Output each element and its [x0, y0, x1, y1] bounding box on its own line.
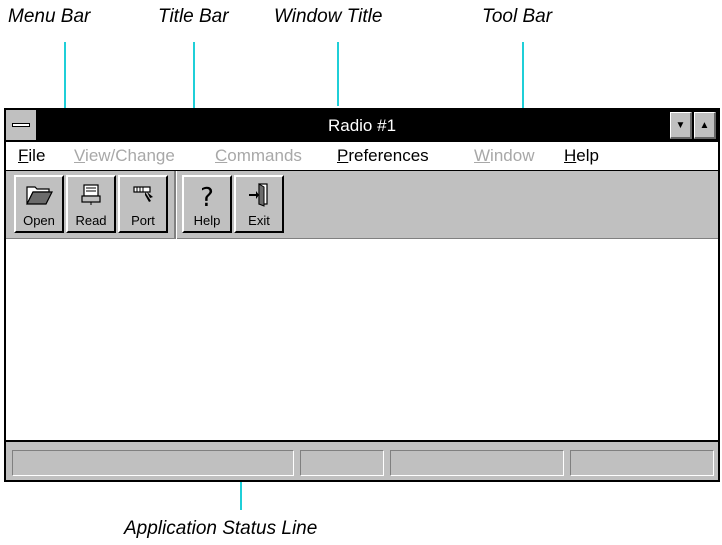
title-bar[interactable]: Radio #1 ▼ ▲	[6, 110, 718, 142]
callout-menu-bar: Menu Bar	[8, 6, 91, 27]
menu-preferences[interactable]: Preferences	[337, 146, 429, 166]
maximize-button[interactable]: ▲	[694, 112, 716, 139]
status-panel-2	[300, 450, 384, 476]
exit-label: Exit	[248, 213, 270, 228]
open-label: Open	[23, 213, 55, 228]
maximize-icon: ▲	[699, 119, 710, 131]
menu-window[interactable]: Window	[474, 146, 534, 166]
read-button[interactable]: Read	[66, 175, 116, 233]
port-label: Port	[131, 213, 155, 228]
status-panel-1	[12, 450, 294, 476]
minimize-icon: ▼	[675, 119, 686, 131]
folder-open-icon	[16, 181, 62, 209]
callout-tool-bar: Tool Bar	[482, 6, 553, 27]
port-connector-icon	[120, 181, 166, 209]
callout-title-bar: Title Bar	[158, 6, 229, 27]
menu-help[interactable]: Help	[564, 146, 599, 166]
exit-door-icon	[236, 181, 282, 209]
callout-status-line: Application Status Line	[124, 518, 318, 539]
status-bar	[6, 440, 718, 480]
client-area[interactable]	[6, 239, 718, 440]
open-button[interactable]: Open	[14, 175, 64, 233]
callout-window-title: Window Title	[274, 6, 383, 27]
menu-file[interactable]: File	[18, 146, 45, 166]
toolbar-separator	[174, 171, 177, 239]
tool-bar: Open Read Port ? Help Exit	[6, 171, 718, 239]
question-mark-icon: ?	[184, 181, 230, 209]
status-panel-4	[570, 450, 714, 476]
status-panel-3	[390, 450, 564, 476]
port-button[interactable]: Port	[118, 175, 168, 233]
application-window: Radio #1 ▼ ▲ File View/Change Commands P…	[4, 108, 720, 482]
minimize-button[interactable]: ▼	[670, 112, 692, 139]
window-title: Radio #1	[327, 116, 397, 135]
read-radio-icon	[68, 181, 114, 209]
exit-button[interactable]: Exit	[234, 175, 284, 233]
help-label: Help	[193, 213, 221, 228]
read-label: Read	[75, 213, 107, 228]
help-button[interactable]: ? Help	[182, 175, 232, 233]
menu-bar: File View/Change Commands Preferences Wi…	[6, 142, 718, 171]
callout-line-window-title	[337, 42, 339, 106]
svg-text:?: ?	[200, 183, 214, 209]
menu-view-change[interactable]: View/Change	[74, 146, 175, 166]
menu-commands[interactable]: Commands	[215, 146, 302, 166]
